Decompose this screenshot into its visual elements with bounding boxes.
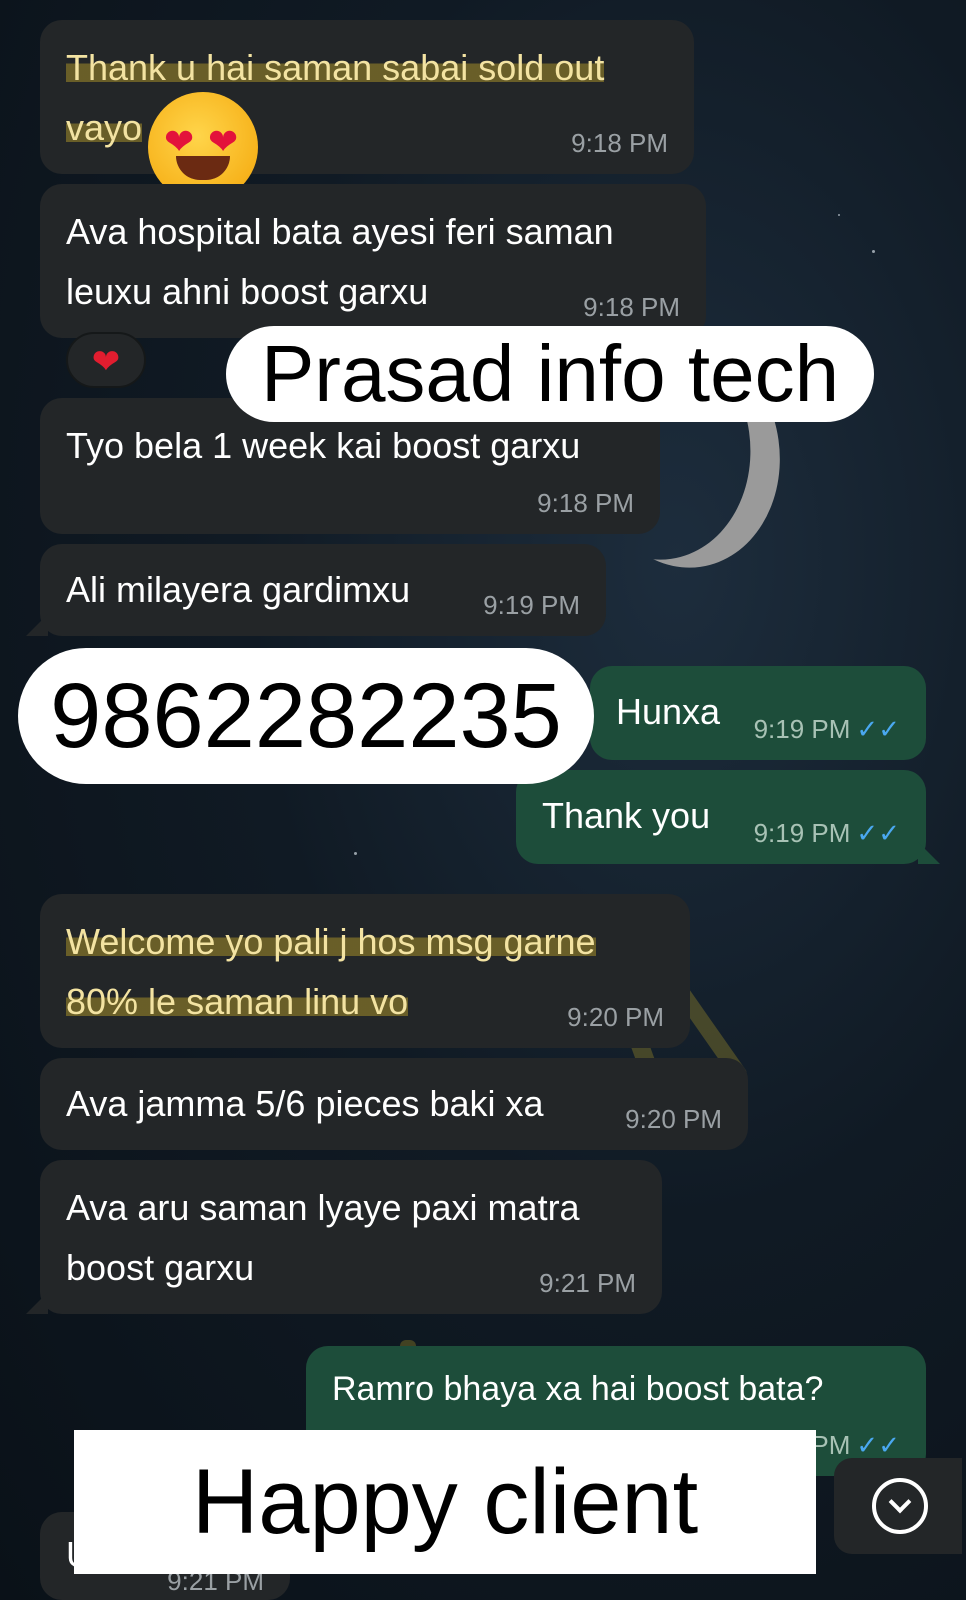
- message-text: Tyo bela 1 week kai boost garxu: [66, 425, 581, 466]
- message-time: 9:18 PM: [537, 488, 634, 518]
- message-time: 9:18 PM: [583, 292, 680, 322]
- message-bubble-outgoing[interactable]: Hunxa 9:19 PM ✓✓: [590, 666, 926, 760]
- heart-icon: ❤: [91, 343, 121, 381]
- read-receipt-icon: ✓✓: [856, 714, 900, 744]
- message-time: 9:19 PM: [483, 590, 580, 620]
- heart-icon: ❤: [164, 121, 195, 162]
- background-star: [872, 250, 875, 253]
- read-receipt-icon: ✓✓: [856, 818, 900, 848]
- message-bubble-incoming[interactable]: Ava aru saman lyaye paxi matra boost gar…: [26, 1160, 662, 1314]
- message-bubble-incoming[interactable]: Welcome yo pali j hos msg garne 80% le sa…: [40, 894, 690, 1048]
- emoji-mouth: [176, 156, 230, 180]
- chevron-shape: [888, 1490, 912, 1514]
- message-bubble-incoming[interactable]: Ali milayera gardimxu 9:19 PM: [26, 544, 606, 636]
- message-time: 9:19 PM ✓✓: [753, 818, 900, 848]
- background-star: [838, 214, 840, 216]
- message-time: PM ✓✓: [811, 1430, 900, 1460]
- chevron-down-icon: [872, 1478, 928, 1534]
- read-receipt-icon: ✓✓: [856, 1430, 900, 1460]
- brand-overlay-label: Prasad info tech: [226, 326, 874, 422]
- message-time: 9:20 PM: [625, 1104, 722, 1134]
- message-time: 9:18 PM: [571, 128, 668, 158]
- message-bubble-incoming[interactable]: Ava jamma 5/6 pieces baki xa 9:20 PM: [40, 1058, 748, 1150]
- message-time: 9:21 PM: [539, 1268, 636, 1298]
- message-text: Ava jamma 5/6 pieces baki xa: [66, 1083, 544, 1124]
- message-text: Ramro bhaya xa hai boost bata?: [332, 1370, 824, 1408]
- message-time: 9:20 PM: [567, 1002, 664, 1032]
- message-bubble-incoming[interactable]: Thank u hai saman sabai sold out vayo 9:1…: [40, 20, 694, 174]
- phone-number-overlay: 9862282235: [18, 648, 594, 784]
- message-time: 9:19 PM ✓✓: [753, 714, 900, 744]
- message-bubble-outgoing[interactable]: Thank you 9:19 PM ✓✓: [516, 770, 940, 864]
- heart-icon: ❤: [208, 121, 239, 162]
- message-bubble-incoming[interactable]: Ava hospital bata ayesi feri saman leuxu…: [40, 184, 706, 338]
- scroll-to-bottom-button[interactable]: [834, 1458, 962, 1554]
- caption-overlay: Happy client: [74, 1430, 816, 1574]
- background-star: [354, 852, 357, 855]
- reaction-badge[interactable]: ❤: [66, 332, 146, 388]
